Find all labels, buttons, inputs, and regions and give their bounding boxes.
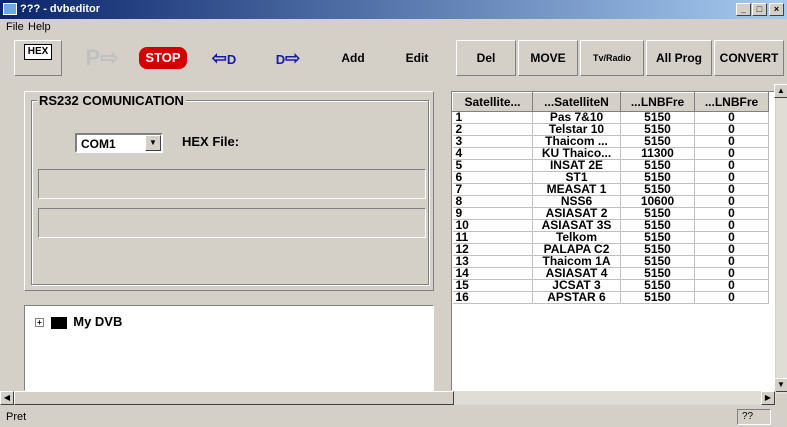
stop-icon: STOP bbox=[139, 47, 187, 69]
tree-item-my-dvb[interactable]: + My DVB bbox=[35, 314, 122, 329]
receive-button[interactable]: ⇦D bbox=[198, 40, 250, 76]
column-header-satellite-id[interactable]: Satellite... bbox=[452, 92, 533, 112]
tree-item-label: My DVB bbox=[73, 314, 123, 329]
arrow-left-icon: ⇦ bbox=[211, 48, 227, 68]
scroll-up-icon[interactable]: ▲ bbox=[774, 84, 787, 98]
stop-button[interactable]: STOP bbox=[136, 40, 190, 76]
scroll-thumb[interactable] bbox=[14, 391, 454, 405]
title-bar[interactable]: ??? - dvbeditor _ □ × bbox=[0, 0, 787, 19]
table-row[interactable]: 5 INSAT 2E 5150 0 bbox=[452, 159, 769, 172]
chevron-down-icon[interactable]: ▼ bbox=[145, 135, 161, 151]
status-text: Pret bbox=[6, 411, 27, 423]
table-row[interactable]: 2 Telstar 10 5150 0 bbox=[452, 123, 769, 136]
send-button[interactable]: D⇨ bbox=[260, 40, 316, 76]
hex-button[interactable]: HEX bbox=[14, 40, 62, 76]
status-bar: Pret ?? bbox=[0, 406, 787, 427]
dvb-tree-view[interactable]: + My DVB bbox=[24, 305, 434, 391]
scroll-right-icon[interactable]: ▶ bbox=[761, 391, 775, 405]
menu-bar: File Help bbox=[0, 19, 787, 36]
com-port-select[interactable]: COM1 ▼ bbox=[75, 133, 163, 153]
satellite-grid[interactable]: Satellite... ...SatelliteN ...LNBFre ...… bbox=[451, 91, 775, 391]
table-row[interactable]: 13 Thaicom 1A 5150 0 bbox=[452, 255, 769, 268]
maximize-button[interactable]: □ bbox=[752, 3, 767, 16]
menu-help[interactable]: Help bbox=[28, 21, 51, 33]
table-cell: 1 bbox=[452, 111, 533, 124]
scroll-down-icon[interactable]: ▼ bbox=[774, 378, 787, 392]
table-row[interactable]: 6 ST1 5150 0 bbox=[452, 171, 769, 184]
all-prog-button[interactable]: All Prog bbox=[646, 40, 712, 76]
toolbar: HEX P⇨ STOP ⇦D D⇨ Add Edit Del MOVE Tv/R… bbox=[0, 36, 787, 80]
table-row[interactable]: 10 ASIASAT 3S 5150 0 bbox=[452, 219, 769, 232]
send-label: D bbox=[275, 52, 286, 67]
column-header-lnb-freq-2[interactable]: ...LNBFre bbox=[694, 92, 769, 112]
grid-vertical-scrollbar[interactable]: ▲ ▼ bbox=[774, 84, 787, 394]
table-row[interactable]: 16 APSTAR 6 5150 0 bbox=[452, 291, 769, 304]
move-button[interactable]: MOVE bbox=[518, 40, 578, 76]
com-port-value: COM1 bbox=[81, 137, 116, 151]
table-cell: 3 bbox=[452, 135, 533, 148]
column-header-satellite-name[interactable]: ...SatelliteN bbox=[532, 92, 621, 112]
app-icon bbox=[3, 3, 17, 15]
add-button[interactable]: Add bbox=[330, 40, 376, 76]
table-row[interactable]: 8 NSS6 10600 0 bbox=[452, 195, 769, 208]
delete-button[interactable]: Del bbox=[456, 40, 516, 76]
menu-file[interactable]: File bbox=[6, 21, 24, 33]
table-row[interactable]: 7 MEASAT 1 5150 0 bbox=[452, 183, 769, 196]
table-cell: 7 bbox=[452, 183, 533, 196]
scroll-left-icon[interactable]: ◀ bbox=[0, 391, 14, 405]
arrow-right-icon: ⇨ bbox=[285, 48, 301, 68]
table-cell: APSTAR 6 bbox=[532, 291, 621, 304]
table-cell: 0 bbox=[694, 291, 769, 304]
hex-file-field[interactable] bbox=[38, 169, 426, 199]
table-cell: 6 bbox=[452, 171, 533, 184]
close-button[interactable]: × bbox=[769, 3, 784, 16]
satellite-table: Satellite... ...SatelliteN ...LNBFre ...… bbox=[452, 92, 769, 304]
window-title: ??? - dvbeditor bbox=[20, 3, 101, 15]
table-row[interactable]: 14 ASIASAT 4 5150 0 bbox=[452, 267, 769, 280]
table-cell: 4 bbox=[452, 147, 533, 160]
tv-icon bbox=[50, 316, 67, 329]
table-cell: 2 bbox=[452, 123, 533, 136]
table-row[interactable]: 11 Telkom 5150 0 bbox=[452, 231, 769, 244]
tv-radio-button[interactable]: Tv/Radio bbox=[580, 40, 644, 76]
table-cell: 5 bbox=[452, 159, 533, 172]
table-row[interactable]: 1 Pas 7&10 5150 0 bbox=[452, 111, 769, 124]
progress-field bbox=[38, 208, 426, 238]
table-cell: 16 bbox=[452, 291, 533, 304]
table-row[interactable]: 4 KU Thaico... 11300 0 bbox=[452, 147, 769, 160]
table-row[interactable]: 15 JCSAT 3 5150 0 bbox=[452, 279, 769, 292]
status-pane: ?? bbox=[737, 409, 771, 425]
table-cell: 8 bbox=[452, 195, 533, 208]
horizontal-scrollbar[interactable]: ◀ ▶ bbox=[0, 391, 776, 405]
receive-label: D bbox=[226, 52, 237, 67]
rs232-group-title: RS232 COMUNICATION bbox=[37, 93, 186, 108]
expand-icon[interactable]: + bbox=[35, 318, 44, 328]
send-arrow-disabled-icon[interactable]: P⇨ bbox=[76, 40, 128, 76]
hex-icon: HEX bbox=[23, 44, 53, 60]
minimize-button[interactable]: _ bbox=[736, 3, 751, 16]
column-header-lnb-freq-1[interactable]: ...LNBFre bbox=[620, 92, 695, 112]
table-cell: 5150 bbox=[620, 291, 695, 304]
convert-button[interactable]: CONVERT bbox=[714, 40, 784, 76]
edit-button[interactable]: Edit bbox=[392, 40, 442, 76]
hex-file-label: HEX File: bbox=[182, 134, 240, 149]
